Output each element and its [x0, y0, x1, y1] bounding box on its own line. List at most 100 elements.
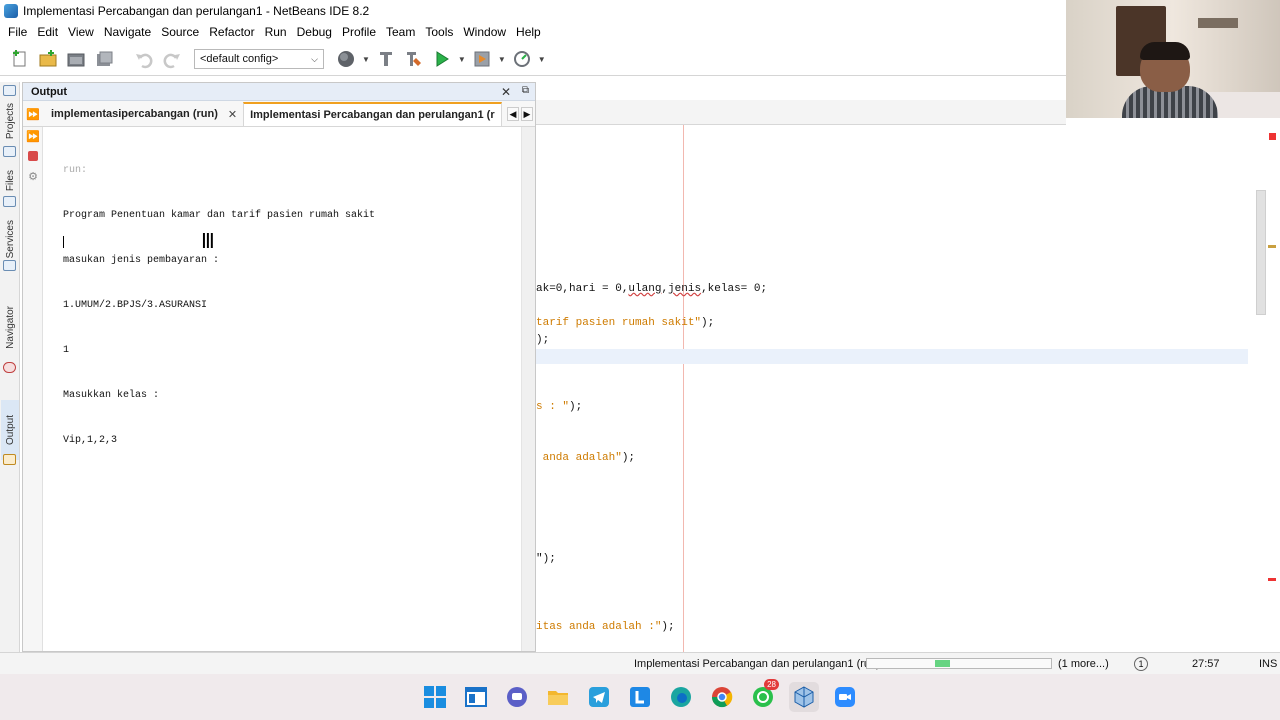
error-indicator-icon[interactable]	[1269, 133, 1276, 140]
netbeans-app-icon	[4, 4, 18, 18]
file-explorer-window-icon[interactable]	[461, 682, 491, 712]
status-running-task[interactable]: Implementasi Percabangan dan perulangan1…	[634, 658, 880, 670]
console-line: 1	[63, 345, 70, 356]
menu-tools[interactable]: Tools	[420, 25, 458, 39]
navigator-icon	[3, 362, 16, 373]
tab-scroll-buttons: ◀ ▶	[507, 107, 533, 121]
side-tab-output[interactable]: Output	[1, 400, 19, 460]
settings-gear-icon[interactable]: ⚙	[26, 169, 40, 183]
console-line: Masukkan kelas :	[63, 390, 160, 401]
console-line: masukan jenis pembayaran :	[63, 255, 220, 266]
menu-window[interactable]: Window	[458, 25, 511, 39]
close-tab-icon[interactable]: ✕	[228, 108, 237, 121]
netbeans-icon[interactable]	[789, 682, 819, 712]
config-value: <default config>	[200, 53, 279, 65]
undo-icon[interactable]	[132, 48, 156, 70]
output-title: Output	[31, 85, 68, 98]
status-more-tasks[interactable]: (1 more...)	[1058, 658, 1109, 670]
output-scrollbar[interactable]	[521, 127, 535, 651]
config-select[interactable]: <default config> ⌵	[194, 49, 324, 69]
projects-folder-icon	[3, 146, 16, 157]
status-bar: Implementasi Percabangan dan perulangan1…	[0, 652, 1280, 674]
i-beam-cursor-icon: Ⅲ	[201, 229, 215, 253]
open-project-icon[interactable]	[64, 48, 88, 70]
zoom-icon[interactable]	[830, 682, 860, 712]
teams-chat-icon[interactable]	[502, 682, 532, 712]
menu-edit[interactable]: Edit	[32, 25, 63, 39]
side-tab-files[interactable]: Files	[1, 166, 19, 196]
chevron-down-icon: ⌵	[311, 53, 318, 64]
notifications-icon[interactable]: 1	[1134, 657, 1148, 671]
code-line: anda adalah");	[536, 452, 636, 464]
output-panel: Output ✕ ⧉ implementasipercabangan (run)…	[22, 82, 536, 652]
right-margin-guide	[683, 125, 684, 652]
menu-file[interactable]: File	[3, 25, 32, 39]
files-icon	[3, 196, 16, 207]
chrome-icon[interactable]	[707, 682, 737, 712]
code-editor[interactable]: ak=0,hari = 0,ulang,jenis,kelas= 0; tari…	[536, 125, 1280, 652]
insert-mode: INS	[1259, 658, 1278, 670]
side-tab-strip: Projects Files Services Navigator Output	[0, 82, 20, 652]
output-icon	[3, 454, 16, 465]
new-project-icon[interactable]	[36, 48, 60, 70]
dock-icon	[3, 85, 16, 96]
scroll-left-icon[interactable]: ◀	[507, 107, 519, 121]
output-header: Output ✕ ⧉	[23, 83, 535, 101]
save-all-icon[interactable]	[92, 48, 116, 70]
console-output[interactable]: run: Program Penentuan kamar dan tarif p…	[63, 133, 523, 478]
tab-implementasi-percabangan-perulangan1-run[interactable]: Implementasi Percabangan dan perulangan1…	[243, 102, 502, 126]
menu-profile[interactable]: Profile	[337, 25, 381, 39]
windows-start-icon[interactable]	[420, 682, 450, 712]
telegram-icon[interactable]	[584, 682, 614, 712]
console-line: run:	[63, 165, 88, 176]
output-tabs: implementasipercabangan (run) ✕ Implemen…	[23, 101, 535, 127]
code-line: ");	[536, 553, 556, 565]
scroll-right-icon[interactable]: ▶	[521, 107, 533, 121]
side-tab-navigator[interactable]: Navigator	[1, 296, 19, 358]
menu-help[interactable]: Help	[511, 25, 546, 39]
menu-view[interactable]: View	[63, 25, 99, 39]
editor-tab-strip	[536, 100, 1066, 125]
windows-taskbar: 28	[0, 674, 1280, 720]
whatsapp-icon[interactable]: 28	[748, 679, 779, 712]
maximize-icon[interactable]: ⧉	[522, 85, 529, 96]
menu-run[interactable]: Run	[260, 25, 292, 39]
redo-icon[interactable]	[160, 48, 184, 70]
window-title: Implementasi Percabangan dan perulangan1…	[23, 4, 370, 18]
rerun-icon[interactable]: ⏩	[26, 107, 40, 121]
rerun-different-icon[interactable]: ⏩	[26, 129, 40, 143]
caret-position: 27:57	[1192, 658, 1220, 670]
side-tab-services[interactable]: Services	[1, 214, 19, 264]
browser-globe-icon[interactable]	[334, 48, 358, 70]
code-line: );	[536, 334, 550, 346]
webcam-overlay	[1066, 0, 1280, 118]
side-tab-projects[interactable]: Projects	[1, 98, 19, 144]
code-line: tarif pasien rumah sakit");	[536, 317, 715, 329]
services-icon	[3, 260, 16, 271]
new-file-icon[interactable]	[8, 48, 32, 70]
editor-scrollbar-thumb[interactable]	[1256, 190, 1266, 315]
progress-fill	[935, 660, 950, 667]
menu-navigate[interactable]: Navigate	[99, 25, 156, 39]
warning-stripe[interactable]	[1268, 245, 1276, 248]
menu-team[interactable]: Team	[381, 25, 420, 39]
profile-icon[interactable]	[510, 48, 534, 70]
error-stripe[interactable]	[1268, 578, 1276, 581]
menu-debug[interactable]: Debug	[292, 25, 337, 39]
menu-source[interactable]: Source	[156, 25, 204, 39]
stop-icon[interactable]	[26, 149, 40, 163]
menu-refactor[interactable]: Refactor	[204, 25, 259, 39]
close-icon[interactable]: ✕	[501, 85, 511, 99]
run-icon[interactable]	[430, 48, 454, 70]
code-line: ak=0,hari = 0,ulang,jenis,kelas= 0;	[536, 283, 768, 295]
code-line: itas anda adalah :");	[536, 621, 675, 633]
output-action-strip: ⏩ ⏩ ⚙	[23, 109, 43, 651]
edge-icon[interactable]	[666, 682, 696, 712]
lms-l-icon[interactable]	[625, 682, 655, 712]
task-progress-bar	[866, 658, 1052, 669]
tab-implementasipercabangan-run[interactable]: implementasipercabangan (run) ✕	[45, 102, 243, 126]
folder-icon[interactable]	[543, 682, 573, 712]
clean-build-icon[interactable]	[374, 48, 398, 70]
debug-icon[interactable]	[470, 48, 494, 70]
build-icon[interactable]	[402, 48, 426, 70]
